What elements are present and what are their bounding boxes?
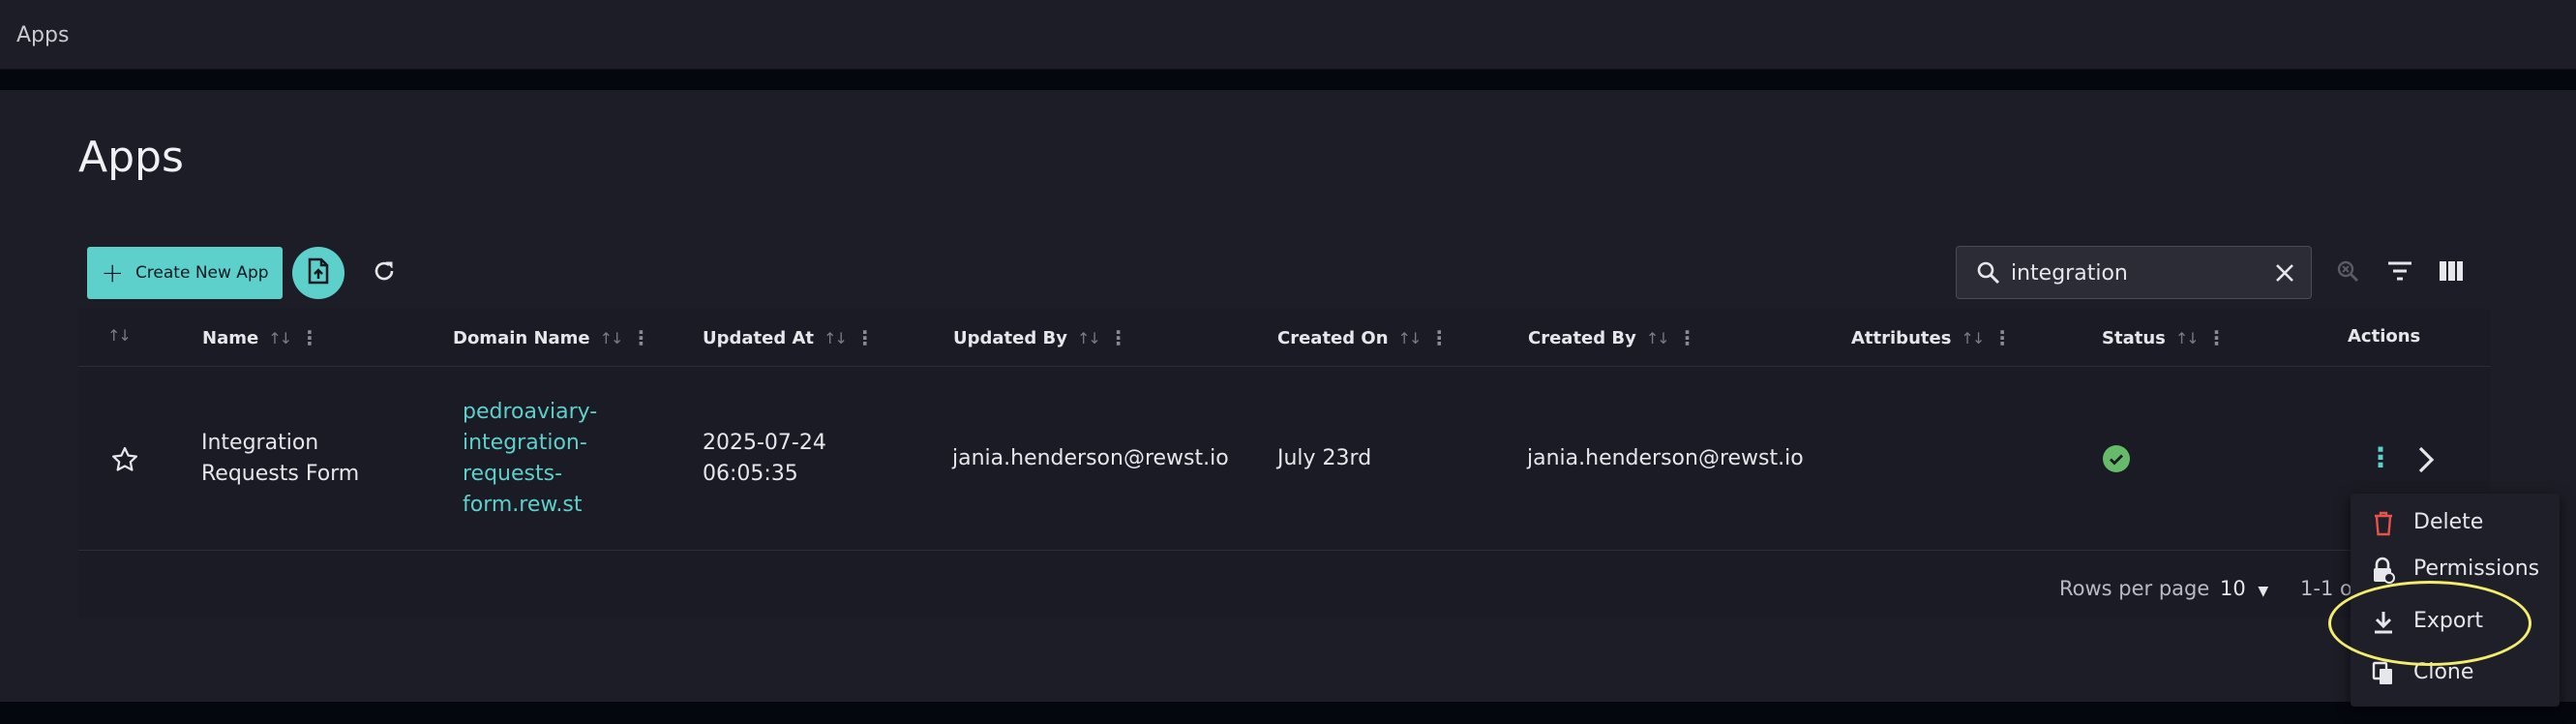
refresh-icon [372, 258, 397, 287]
column-menu-icon[interactable]: ⋮ [1678, 326, 1697, 349]
clear-search-icon[interactable] [2272, 260, 2297, 289]
column-label-status: Status [2102, 327, 2166, 348]
search-field[interactable] [1956, 246, 2312, 299]
create-new-app-label: Create New App [135, 263, 269, 283]
domain-link[interactable]: pedroaviary- integration- requests- form… [463, 397, 597, 521]
column-header-updated-by[interactable]: Updated By ↑↓ ⋮ [953, 326, 1128, 349]
column-label-attributes: Attributes [1851, 327, 1952, 348]
column-label-domain: Domain Name [453, 327, 590, 348]
updated-at-value: 2025-07-24 06:05:35 [703, 428, 826, 490]
domain-line: form.rew.st [463, 493, 583, 517]
lock-icon [2370, 557, 2397, 584]
import-app-button[interactable] [292, 247, 344, 299]
status-check-icon [2103, 445, 2130, 472]
app-name[interactable]: Integration Requests Form [201, 428, 359, 490]
sort-icon[interactable]: ↑↓ [1646, 329, 1670, 347]
caret-down-icon: ▼ [2258, 584, 2269, 599]
column-menu-icon[interactable]: ⋮ [1109, 326, 1128, 349]
rows-per-page-value: 10 [2220, 577, 2246, 600]
updated-by-value: jania.henderson@rewst.io [952, 446, 1229, 470]
column-header-created-by[interactable]: Created By ↑↓ ⋮ [1528, 326, 1697, 349]
sort-icon[interactable]: ↑↓ [600, 329, 624, 347]
column-header-domain[interactable]: Domain Name ↑↓ ⋮ [453, 326, 650, 349]
filter-button[interactable] [2378, 251, 2422, 295]
sort-icon[interactable]: ↑↓ [824, 329, 848, 347]
column-menu-icon[interactable]: ⋮ [1992, 326, 2012, 349]
top-bar: Apps [0, 0, 2576, 70]
plus-icon: + [101, 256, 124, 288]
refresh-button[interactable] [362, 251, 406, 295]
create-new-app-button[interactable]: + Create New App [87, 247, 283, 299]
app-name-line: Integration [201, 431, 319, 455]
column-label-updated-at: Updated At [703, 327, 815, 348]
column-header-actions: Actions [2348, 326, 2420, 347]
columns-button[interactable] [2429, 251, 2473, 295]
sort-icon[interactable]: ↑↓ [1077, 329, 1101, 347]
filter-icon [2386, 260, 2413, 286]
column-menu-icon[interactable]: ⋮ [855, 326, 875, 349]
domain-line: integration- [463, 431, 587, 455]
created-on-value: July 23rd [1277, 446, 1372, 470]
created-by-value: jania.henderson@rewst.io [1527, 446, 1804, 470]
column-header-updated-at[interactable]: Updated At ↑↓ ⋮ [703, 326, 875, 349]
trash-icon [2370, 510, 2397, 537]
column-label-created-on: Created On [1277, 327, 1389, 348]
sort-icon[interactable]: ↑↓ [1961, 329, 1985, 347]
chevron-right-icon[interactable] [2416, 445, 2436, 478]
favorite-sort-header[interactable]: ↑↓ [107, 326, 132, 345]
search-icon [1976, 260, 2001, 289]
table-row[interactable]: Integration Requests Form pedroaviary- i… [78, 368, 2490, 551]
menu-item-delete[interactable]: Delete [2351, 500, 2560, 547]
column-menu-icon[interactable]: ⋮ [631, 326, 650, 349]
export-highlight-annotation [2328, 581, 2531, 666]
updated-at-date: 2025-07-24 [703, 431, 826, 455]
column-label-actions: Actions [2348, 326, 2421, 347]
column-header-created-on[interactable]: Created On ↑↓ ⋮ [1277, 326, 1449, 349]
apps-table: ↑↓ Name ↑↓ ⋮ Domain Name ↑↓ ⋮ Updated At… [78, 309, 2490, 618]
copy-icon [2370, 660, 2397, 687]
column-label-created-by: Created By [1528, 327, 1636, 348]
column-label-updated-by: Updated By [953, 327, 1067, 348]
page-title: Apps [78, 133, 184, 182]
column-header-attributes[interactable]: Attributes ↑↓ ⋮ [1851, 326, 2012, 349]
column-menu-icon[interactable]: ⋮ [1429, 326, 1449, 349]
menu-item-label: Delete [2413, 510, 2484, 534]
updated-at-time: 06:05:35 [703, 462, 798, 486]
sort-icon[interactable]: ↑↓ [1398, 329, 1423, 347]
domain-line: pedroaviary- [463, 400, 598, 424]
search-input[interactable] [2011, 256, 2243, 289]
column-header-status[interactable]: Status ↑↓ ⋮ [2102, 326, 2227, 349]
sort-icon[interactable]: ↑↓ [2175, 329, 2200, 347]
column-menu-icon[interactable]: ⋮ [2207, 326, 2227, 349]
sort-icon[interactable]: ↑↓ [268, 329, 292, 347]
column-menu-icon[interactable]: ⋮ [300, 326, 319, 349]
rows-per-page-select[interactable]: 10 ▼ [2220, 577, 2268, 600]
domain-line: requests- [463, 462, 563, 486]
sort-icon: ↑↓ [107, 326, 132, 345]
star-icon[interactable] [110, 445, 139, 478]
file-upload-icon [306, 257, 331, 288]
column-header-name[interactable]: Name ↑↓ ⋮ [202, 326, 319, 349]
row-actions-menu-icon[interactable]: ⋮ [2367, 441, 2394, 473]
menu-item-label: Permissions [2413, 557, 2540, 581]
topbar-title: Apps [16, 23, 70, 47]
clear-search-filter-button[interactable] [2325, 251, 2370, 295]
column-label-name: Name [202, 327, 259, 348]
main-panel: Apps + Create New App integration ↑↓ Nam… [0, 90, 2576, 702]
search-off-icon [2335, 258, 2360, 287]
view-column-icon [2439, 260, 2464, 286]
rows-per-page-label: Rows per page [2059, 577, 2210, 600]
app-name-line: Requests Form [201, 462, 360, 486]
table-header: ↑↓ Name ↑↓ ⋮ Domain Name ↑↓ ⋮ Updated At… [78, 309, 2490, 367]
